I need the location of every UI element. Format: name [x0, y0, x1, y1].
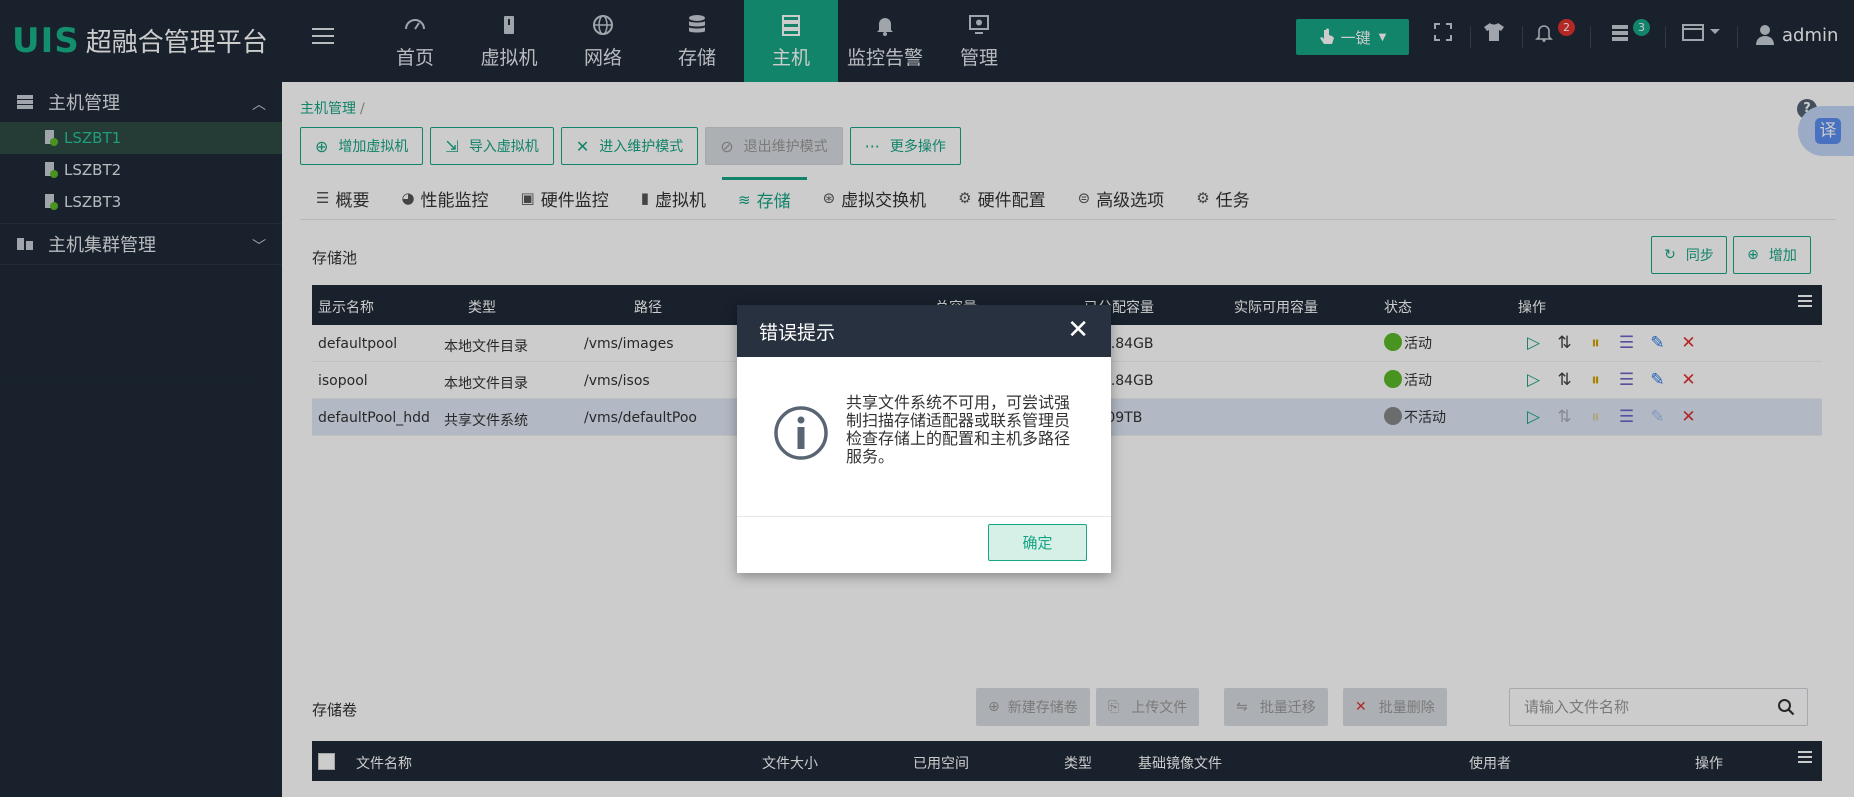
close-icon[interactable]: ✕ [1067, 317, 1089, 343]
confirm-button[interactable]: 确定 [988, 524, 1087, 561]
info-icon [774, 406, 828, 460]
error-dialog: 错误提示 ✕ 共享文件系统不可用，可尝试强制扫描存储适配器或联系管理员检查存储上… [737, 305, 1111, 573]
dialog-message: 共享文件系统不可用，可尝试强制扫描存储适配器或联系管理员检查存储上的配置和主机多… [846, 393, 1071, 466]
dialog-header: 错误提示 ✕ [737, 305, 1111, 357]
dialog-body: 共享文件系统不可用，可尝试强制扫描存储适配器或联系管理员检查存储上的配置和主机多… [737, 357, 1111, 517]
dialog-title: 错误提示 [759, 321, 836, 344]
